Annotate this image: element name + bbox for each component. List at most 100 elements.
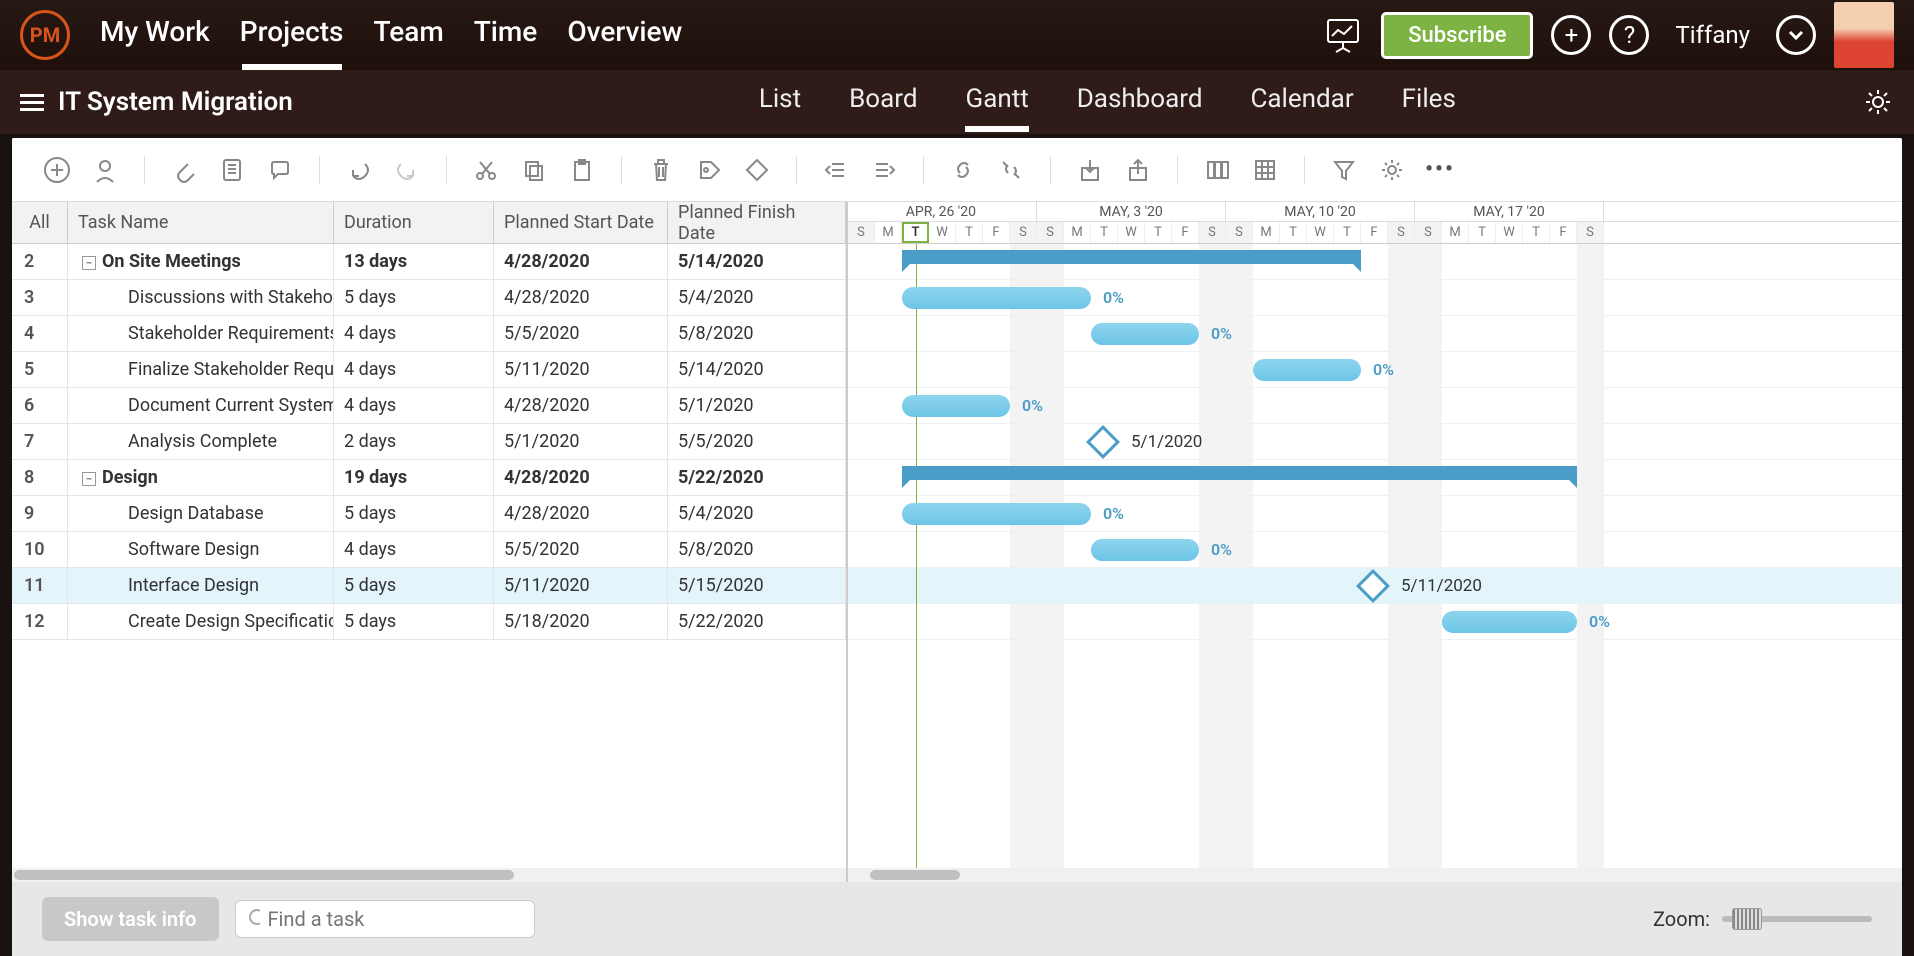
grid-hscroll[interactable] — [12, 868, 846, 882]
table-row[interactable]: 4Stakeholder Requirements4 days5/5/20205… — [12, 316, 846, 352]
finish-cell[interactable]: 5/8/2020 — [668, 316, 846, 351]
task-name-cell[interactable]: Software Design — [68, 532, 334, 567]
col-header-all[interactable]: All — [12, 202, 68, 243]
avatar[interactable] — [1834, 2, 1894, 68]
table-row[interactable]: 5Finalize Stakeholder Requi4 days5/11/20… — [12, 352, 846, 388]
finish-cell[interactable]: 5/22/2020 — [668, 604, 846, 639]
col-header-finish[interactable]: Planned Finish Date — [668, 202, 846, 243]
settings-icon[interactable] — [1862, 86, 1894, 118]
view-calendar[interactable]: Calendar — [1250, 84, 1353, 120]
finish-cell[interactable]: 5/5/2020 — [668, 424, 846, 459]
gantt-row[interactable]: 0% — [848, 496, 1902, 532]
import-icon[interactable] — [1075, 155, 1105, 185]
finish-cell[interactable]: 5/22/2020 — [668, 460, 846, 495]
start-cell[interactable]: 4/28/2020 — [494, 388, 668, 423]
delete-icon[interactable] — [646, 155, 676, 185]
milestone-diamond[interactable] — [1086, 425, 1120, 459]
gantt-row[interactable]: 0% — [848, 532, 1902, 568]
subscribe-button[interactable]: Subscribe — [1381, 12, 1533, 59]
task-name-cell[interactable]: Discussions with Stakehol — [68, 280, 334, 315]
duration-cell[interactable]: 5 days — [334, 280, 494, 315]
gantt-row[interactable]: 0% — [848, 280, 1902, 316]
task-bar[interactable] — [1091, 323, 1199, 345]
table-row[interactable]: 8−Design19 days4/28/20205/22/2020 — [12, 460, 846, 496]
task-name-cell[interactable]: Interface Design — [68, 568, 334, 603]
duration-cell[interactable]: 5 days — [334, 496, 494, 531]
help-button[interactable]: ? — [1609, 15, 1649, 55]
paste-icon[interactable] — [567, 155, 597, 185]
redo-icon[interactable] — [392, 155, 422, 185]
gantt-row[interactable] — [848, 460, 1902, 496]
milestone-diamond[interactable] — [1356, 569, 1390, 603]
export-icon[interactable] — [1123, 155, 1153, 185]
task-bar[interactable] — [1091, 539, 1199, 561]
duration-cell[interactable]: 4 days — [334, 388, 494, 423]
tab-overview[interactable]: Overview — [567, 15, 682, 56]
find-task-search[interactable] — [235, 900, 535, 938]
notes-icon[interactable] — [217, 155, 247, 185]
table-row[interactable]: 12Create Design Specificatio5 days5/18/2… — [12, 604, 846, 640]
table-row[interactable]: 10Software Design4 days5/5/20205/8/2020 — [12, 532, 846, 568]
finish-cell[interactable]: 5/14/2020 — [668, 244, 846, 279]
undo-icon[interactable] — [344, 155, 374, 185]
view-gantt[interactable]: Gantt — [966, 84, 1029, 120]
start-cell[interactable]: 5/18/2020 — [494, 604, 668, 639]
start-cell[interactable]: 4/28/2020 — [494, 244, 668, 279]
table-row[interactable]: 7Analysis Complete2 days5/1/20205/5/2020 — [12, 424, 846, 460]
gantt-row[interactable]: 0% — [848, 316, 1902, 352]
gear-icon[interactable] — [1377, 155, 1407, 185]
gantt-row[interactable]: 0% — [848, 388, 1902, 424]
gantt-row[interactable]: 0% — [848, 604, 1902, 640]
view-board[interactable]: Board — [849, 84, 917, 120]
user-dropdown-icon[interactable] — [1776, 15, 1816, 55]
finish-cell[interactable]: 5/1/2020 — [668, 388, 846, 423]
gantt-row[interactable]: 5/11/2020 — [848, 568, 1902, 604]
task-name-cell[interactable]: −Design — [68, 460, 334, 495]
start-cell[interactable]: 5/11/2020 — [494, 352, 668, 387]
task-bar[interactable] — [902, 287, 1091, 309]
summary-bar[interactable] — [902, 466, 1577, 480]
columns-icon[interactable] — [1202, 155, 1232, 185]
finish-cell[interactable]: 5/15/2020 — [668, 568, 846, 603]
table-row[interactable]: 11Interface Design5 days5/11/20205/15/20… — [12, 568, 846, 604]
collapse-icon[interactable]: − — [82, 472, 96, 486]
view-list[interactable]: List — [759, 84, 801, 120]
presentation-icon[interactable] — [1323, 15, 1363, 55]
duration-cell[interactable]: 2 days — [334, 424, 494, 459]
tab-mywork[interactable]: My Work — [100, 15, 210, 56]
gantt-row[interactable] — [848, 244, 1902, 280]
add-button[interactable]: + — [1551, 15, 1591, 55]
outdent-icon[interactable] — [821, 155, 851, 185]
summary-bar[interactable] — [902, 250, 1361, 264]
duration-cell[interactable]: 4 days — [334, 352, 494, 387]
gantt-hscroll[interactable] — [848, 868, 1902, 882]
finish-cell[interactable]: 5/4/2020 — [668, 496, 846, 531]
copy-icon[interactable] — [519, 155, 549, 185]
assign-icon[interactable] — [90, 155, 120, 185]
task-name-cell[interactable]: −On Site Meetings — [68, 244, 334, 279]
task-name-cell[interactable]: Stakeholder Requirements — [68, 316, 334, 351]
start-cell[interactable]: 5/5/2020 — [494, 316, 668, 351]
duration-cell[interactable]: 19 days — [334, 460, 494, 495]
start-cell[interactable]: 5/1/2020 — [494, 424, 668, 459]
view-files[interactable]: Files — [1402, 84, 1456, 120]
add-task-icon[interactable] — [42, 155, 72, 185]
user-name[interactable]: Tiffany — [1675, 21, 1750, 49]
cut-icon[interactable] — [471, 155, 501, 185]
table-row[interactable]: 9Design Database5 days4/28/20205/4/2020 — [12, 496, 846, 532]
tab-projects[interactable]: Projects — [240, 15, 344, 56]
finish-cell[interactable]: 5/8/2020 — [668, 532, 846, 567]
table-row[interactable]: 6Document Current System4 days4/28/20205… — [12, 388, 846, 424]
duration-cell[interactable]: 4 days — [334, 316, 494, 351]
start-cell[interactable]: 5/5/2020 — [494, 532, 668, 567]
task-name-cell[interactable]: Design Database — [68, 496, 334, 531]
table-row[interactable]: 3Discussions with Stakehol5 days4/28/202… — [12, 280, 846, 316]
finish-cell[interactable]: 5/4/2020 — [668, 280, 846, 315]
finish-cell[interactable]: 5/14/2020 — [668, 352, 846, 387]
gantt-row[interactable]: 0% — [848, 352, 1902, 388]
tab-time[interactable]: Time — [474, 15, 538, 56]
find-task-input[interactable] — [268, 907, 522, 931]
start-cell[interactable]: 5/11/2020 — [494, 568, 668, 603]
attach-icon[interactable] — [169, 155, 199, 185]
col-header-duration[interactable]: Duration — [334, 202, 494, 243]
